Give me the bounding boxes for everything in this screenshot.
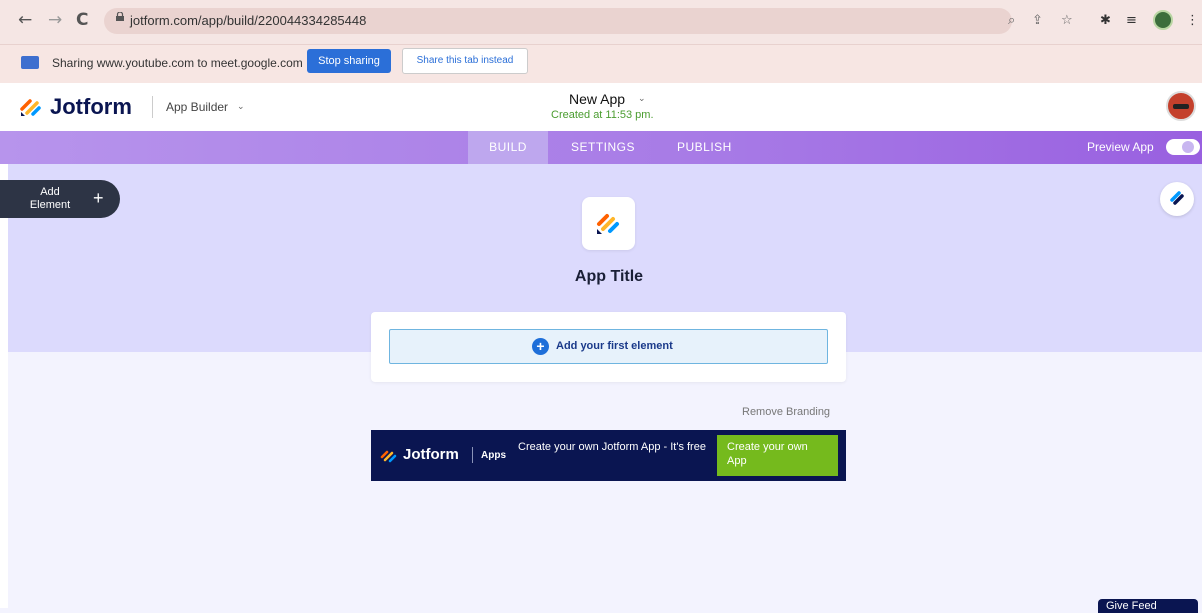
- plus-circle-icon[interactable]: +: [532, 338, 549, 355]
- sharing-status-text: Sharing www.youtube.com to meet.google.c…: [52, 56, 303, 70]
- preview-app-label: Preview App: [1087, 140, 1154, 154]
- plus-icon[interactable]: +: [93, 188, 104, 208]
- star-icon[interactable]: ☆: [1061, 13, 1073, 28]
- jotform-logo-icon: [380, 450, 397, 463]
- canvas-left-edge: [0, 164, 8, 608]
- arrow-right-icon[interactable]: →: [48, 10, 62, 30]
- header-divider: [152, 96, 153, 118]
- lock-icon: [116, 12, 124, 21]
- banner-apps-label: Apps: [481, 450, 506, 461]
- app-title[interactable]: App Title: [540, 268, 678, 286]
- url-text[interactable]: jotform.com/app/build/220044334285448: [130, 13, 366, 28]
- screen-share-icon: [21, 56, 39, 69]
- add-element-label[interactable]: Add Element: [28, 186, 72, 212]
- add-first-element-label[interactable]: Add your first element: [556, 340, 673, 352]
- tab-publish[interactable]: PUBLISH: [677, 131, 732, 164]
- jotform-logo-icon: [1170, 191, 1184, 205]
- banner-divider: [472, 447, 473, 463]
- extensions-icon[interactable]: ✱: [1100, 13, 1111, 28]
- jotform-logo-text[interactable]: Jotform: [50, 94, 132, 120]
- reload-icon[interactable]: C: [76, 10, 88, 30]
- chevron-down-icon[interactable]: ⌄: [638, 93, 646, 104]
- tab-build[interactable]: BUILD: [468, 131, 548, 164]
- give-feedback-button[interactable]: Give Feed: [1098, 599, 1198, 613]
- banner-logo-text: Jotform: [403, 446, 459, 463]
- jotform-logo-icon: [597, 214, 619, 234]
- share-this-tab-button[interactable]: Share this tab instead: [402, 48, 528, 74]
- remove-branding-link[interactable]: Remove Branding: [742, 406, 830, 418]
- kebab-menu-icon[interactable]: ⋮: [1186, 13, 1199, 28]
- app-icon[interactable]: [582, 197, 635, 250]
- stop-sharing-button[interactable]: Stop sharing: [307, 49, 391, 73]
- profile-icon[interactable]: [1153, 10, 1173, 30]
- reading-list-icon[interactable]: ≡: [1126, 13, 1137, 28]
- arrow-left-icon[interactable]: ←: [18, 10, 32, 30]
- share-icon[interactable]: ⇪: [1032, 13, 1043, 28]
- toggle-knob[interactable]: [1182, 141, 1194, 153]
- app-builder-dropdown[interactable]: App Builder: [166, 100, 228, 114]
- user-avatar[interactable]: [1166, 91, 1196, 121]
- tab-settings[interactable]: SETTINGS: [571, 131, 635, 164]
- create-your-own-app-button[interactable]: Create your own App: [717, 435, 838, 476]
- chevron-down-icon[interactable]: ⌄: [237, 101, 245, 112]
- zoom-icon[interactable]: ⌕: [1008, 13, 1015, 28]
- created-timestamp: Created at 11:53 pm.: [551, 109, 654, 121]
- jotform-logo-icon[interactable]: [20, 97, 42, 117]
- banner-text: Create your own Jotform App - It's free: [518, 441, 706, 453]
- jotform-assistant-button[interactable]: [1160, 182, 1194, 216]
- app-name[interactable]: New App: [569, 91, 625, 107]
